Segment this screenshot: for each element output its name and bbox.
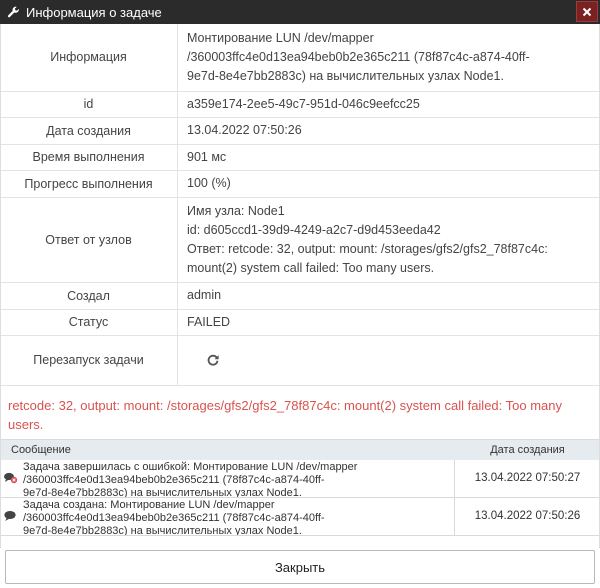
wrench-icon	[7, 5, 21, 19]
close-icon	[582, 7, 592, 16]
message-line: 9e7d-8e4e7bb2883c) на вычислительных узл…	[23, 524, 302, 536]
answer-line: Имя узла: Node1	[187, 203, 285, 218]
info-label: Информация	[0, 24, 178, 92]
message-line: Задача завершилась с ошибкой: Монтирован…	[23, 460, 358, 473]
message-date: 13.04.2022 07:50:26	[454, 497, 600, 535]
message-date: 13.04.2022 07:50:27	[454, 459, 600, 497]
created-row: Дата создания 13.04.2022 07:50:26	[0, 117, 600, 145]
left-border	[0, 24, 1, 548]
info-line: Монтирование LUN /dev/mapper	[187, 30, 374, 45]
status-label: Статус	[0, 309, 178, 336]
id-value: a359e174-2ee5-49c7-951d-046c9eefcc25	[177, 91, 600, 118]
message-line: Задача создана: Монтирование LUN /dev/ma…	[23, 498, 275, 511]
restart-label: Перезапуск задачи	[0, 335, 178, 386]
created-label: Дата создания	[0, 117, 178, 145]
restart-value	[177, 335, 600, 386]
duration-value: 901 мс	[177, 144, 600, 171]
date-column-header[interactable]: Дата создания	[455, 444, 600, 456]
message-text: Задача создана: Монтирование LUN /dev/ma…	[23, 498, 454, 535]
creator-row: Создал admin	[0, 282, 600, 310]
progress-label: Прогресс выполнения	[0, 170, 178, 198]
dialog-titlebar: Информация о задаче	[0, 0, 600, 24]
answer-line: id: d605ccd1-39d9-4249-a2c7-d9d453eeda42	[187, 222, 441, 237]
answer-label: Ответ от узлов	[0, 197, 178, 283]
error-message: retcode: 32, output: mount: /storages/gf…	[8, 397, 563, 432]
info-line: 9e7d-8e4e7bb2883c) на вычислительных узл…	[187, 68, 504, 83]
message-line: 9e7d-8e4e7bb2883c) на вычислительных узл…	[23, 486, 302, 498]
creator-value: admin	[177, 282, 600, 310]
progress-row: Прогресс выполнения 100 (%)	[0, 170, 600, 198]
restart-row: Перезапуск задачи	[0, 335, 600, 386]
messages-header: Сообщение Дата создания	[0, 438, 600, 460]
message-text: Задача завершилась с ошибкой: Монтирован…	[23, 460, 454, 497]
duration-row: Время выполнения 901 мс	[0, 144, 600, 171]
dialog-title: Информация о задаче	[26, 4, 162, 20]
info-value: Монтирование LUN /dev/mapper /360003ffc4…	[177, 24, 600, 92]
dialog-footer: Закрыть	[0, 548, 600, 588]
answer-row: Ответ от узлов Имя узла: Node1 id: d605c…	[0, 197, 600, 283]
created-value: 13.04.2022 07:50:26	[177, 117, 600, 145]
id-row: id a359e174-2ee5-49c7-951d-046c9eefcc25	[0, 91, 600, 118]
comment-icon	[0, 498, 23, 535]
info-line: /360003ffc4e0d13ea94beb0b2e365c211 (78f8…	[187, 49, 530, 64]
message-line: /360003ffc4e0d13ea94beb0b2e365c211 (78f8…	[23, 473, 325, 486]
message-column-header[interactable]: Сообщение	[0, 444, 455, 456]
creator-label: Создал	[0, 282, 178, 310]
close-button[interactable]: Закрыть	[5, 550, 595, 584]
message-row: Задача создана: Монтирование LUN /dev/ma…	[0, 497, 600, 536]
message-row: Задача завершилась с ошибкой: Монтирован…	[0, 459, 600, 498]
message-line: /360003ffc4e0d13ea94beb0b2e365c211 (78f8…	[23, 511, 325, 524]
comment-error-icon	[0, 460, 23, 497]
task-info-table: Информация Монтирование LUN /dev/mapper …	[0, 24, 600, 386]
close-dialog-button[interactable]	[576, 1, 598, 22]
info-row: Информация Монтирование LUN /dev/mapper …	[0, 24, 600, 92]
refresh-icon[interactable]	[207, 353, 219, 372]
answer-value: Имя узла: Node1 id: d605ccd1-39d9-4249-a…	[177, 197, 600, 283]
id-label: id	[0, 91, 178, 118]
answer-line: Ответ: retcode: 32, output: mount: /stor…	[187, 241, 548, 256]
status-value: FAILED	[177, 309, 600, 336]
answer-line: mount(2) system call failed: Too many us…	[187, 260, 435, 275]
task-info-dialog: Информация о задаче Информация Монтирова…	[0, 0, 600, 588]
duration-label: Время выполнения	[0, 144, 178, 171]
progress-value: 100 (%)	[177, 170, 600, 198]
status-row: Статус FAILED	[0, 309, 600, 336]
